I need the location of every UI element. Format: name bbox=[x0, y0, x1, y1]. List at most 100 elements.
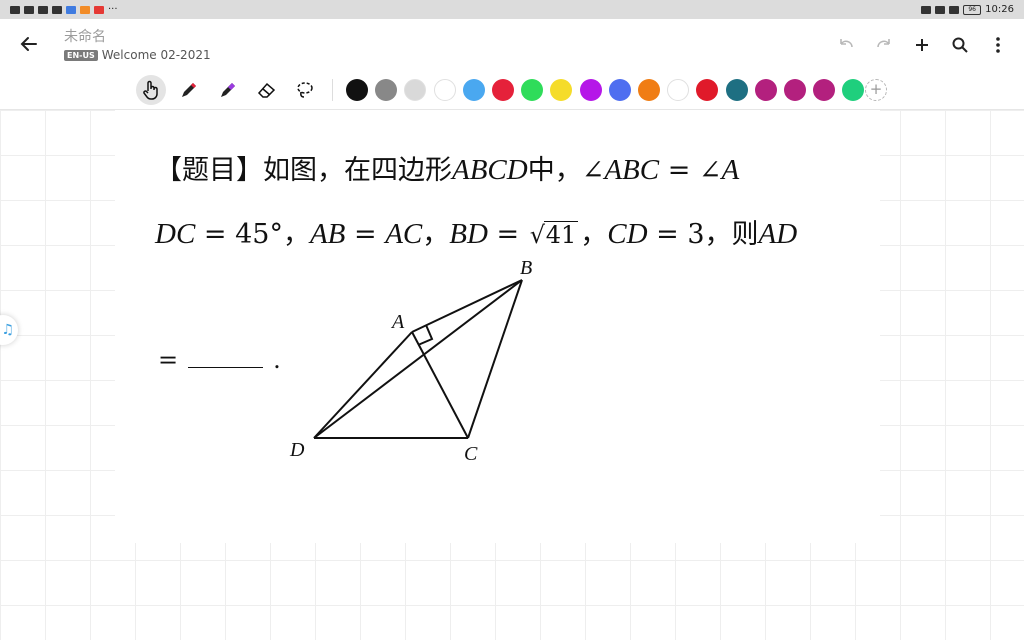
question-text: ， bbox=[580, 219, 608, 250]
music-note-icon: ♫ bbox=[1, 322, 14, 338]
more-notifications-icon: ··· bbox=[108, 4, 118, 15]
color-swatch[interactable] bbox=[754, 79, 777, 101]
redo-button[interactable] bbox=[872, 33, 896, 57]
language-badge: EN-US bbox=[64, 49, 98, 61]
notebook-name: Welcome 02-2021 bbox=[101, 48, 211, 62]
add-button[interactable] bbox=[910, 33, 934, 57]
clock: 10:26 bbox=[985, 4, 1014, 15]
video-icon bbox=[80, 5, 90, 14]
color-swatch[interactable] bbox=[842, 79, 865, 101]
plus-icon bbox=[916, 39, 928, 51]
question-text: ， bbox=[422, 219, 450, 250]
vibrate-icon bbox=[949, 5, 960, 14]
camera-icon bbox=[52, 5, 62, 14]
segment-da bbox=[313, 331, 413, 439]
math-ac: AC bbox=[385, 218, 423, 250]
color-swatch[interactable] bbox=[375, 79, 398, 101]
battery-icon: 96 bbox=[963, 4, 982, 15]
redo-icon bbox=[877, 39, 890, 48]
color-swatch[interactable] bbox=[492, 79, 514, 101]
math-bd: BD bbox=[449, 218, 488, 250]
color-swatch[interactable] bbox=[784, 79, 806, 101]
label-a: A bbox=[390, 311, 405, 333]
back-button[interactable] bbox=[18, 33, 40, 55]
airplane-icon bbox=[24, 5, 34, 14]
question-line-2: DC = 45°，AB = AC，BD = √ 41 ，CD = 3，则AD bbox=[155, 212, 797, 251]
question-line-1: 【题目】如图，在四边形ABCD中，∠ABC = ∠A bbox=[155, 148, 739, 187]
math-ab: AB bbox=[309, 218, 346, 250]
segment-bc bbox=[467, 279, 523, 439]
question-text: = bbox=[487, 219, 528, 250]
color-swatch[interactable] bbox=[550, 79, 573, 101]
status-bar: ··· 96 10:26 bbox=[0, 0, 1024, 19]
back-arrow-icon bbox=[20, 37, 37, 51]
math-cd: CD bbox=[607, 218, 648, 250]
color-swatch[interactable] bbox=[346, 79, 368, 101]
equals-sign: = bbox=[158, 346, 179, 374]
question-text: = 45°， bbox=[195, 219, 310, 250]
color-swatch[interactable] bbox=[638, 79, 660, 101]
question-text: = bbox=[345, 219, 386, 250]
app-icon bbox=[66, 5, 76, 14]
answer-line: =. bbox=[158, 345, 281, 374]
pen-icon bbox=[182, 83, 196, 97]
label-c: C bbox=[464, 443, 478, 465]
undo-icon bbox=[840, 39, 853, 48]
status-left-icons: ··· bbox=[10, 4, 118, 15]
color-swatch[interactable] bbox=[521, 79, 544, 101]
floating-music-button[interactable]: ♫ bbox=[0, 315, 18, 345]
document-title[interactable]: 未命名 bbox=[64, 26, 106, 46]
undo-button[interactable] bbox=[834, 33, 858, 57]
math-a: A bbox=[721, 154, 740, 186]
question-text: = ∠ bbox=[659, 155, 722, 186]
hand-tool-button[interactable] bbox=[136, 75, 166, 105]
quadrilateral-figure: B A D C bbox=[289, 257, 532, 465]
color-swatch[interactable] bbox=[404, 79, 427, 101]
square-root: √ 41 bbox=[530, 219, 579, 250]
color-swatch[interactable] bbox=[667, 79, 690, 101]
label-d: D bbox=[289, 439, 305, 461]
status-right: 96 10:26 bbox=[921, 4, 1014, 15]
segment-db bbox=[313, 279, 523, 439]
math-abcd: ABCD bbox=[452, 154, 528, 186]
toolbar-divider bbox=[332, 79, 333, 101]
question-text: 【题目】如图，在四边形 bbox=[155, 155, 452, 186]
color-swatch[interactable] bbox=[813, 79, 836, 101]
answer-blank bbox=[188, 345, 264, 368]
eraser-tool-button[interactable] bbox=[251, 75, 281, 105]
header-actions bbox=[834, 33, 1010, 57]
hand-icon bbox=[143, 80, 158, 100]
lasso-tool-button[interactable] bbox=[290, 75, 320, 105]
bluetooth-icon bbox=[935, 5, 946, 14]
more-options-button[interactable] bbox=[986, 33, 1010, 57]
document-subtitle: EN-US Welcome 02-2021 bbox=[64, 48, 211, 62]
alarm-icon bbox=[921, 5, 932, 14]
highlighter-tool-button[interactable] bbox=[213, 75, 243, 105]
radical-icon: √ bbox=[529, 221, 546, 249]
math-dc: DC bbox=[155, 218, 196, 250]
color-swatch[interactable] bbox=[462, 79, 485, 101]
search-icon bbox=[952, 37, 968, 53]
color-swatch[interactable] bbox=[433, 79, 456, 101]
music-icon bbox=[38, 5, 48, 14]
color-swatch[interactable] bbox=[579, 79, 602, 101]
add-color-button[interactable]: + bbox=[865, 79, 887, 101]
eraser-icon bbox=[257, 82, 276, 98]
label-b: B bbox=[520, 257, 532, 279]
highlighter-icon bbox=[221, 83, 235, 97]
pen-tool-button[interactable] bbox=[174, 75, 204, 105]
question-text: 中，∠ bbox=[527, 155, 605, 186]
drawing-toolbar: + bbox=[0, 71, 1024, 110]
color-swatch[interactable] bbox=[725, 79, 748, 101]
notification-icon bbox=[94, 5, 104, 14]
color-swatch[interactable] bbox=[696, 79, 719, 101]
search-button[interactable] bbox=[948, 33, 972, 57]
math-abc: ABC bbox=[604, 154, 660, 186]
question-text: = 3，则 bbox=[647, 219, 759, 250]
math-ad: AD bbox=[758, 218, 798, 250]
segment-ac bbox=[411, 331, 469, 439]
more-vertical-icon bbox=[996, 37, 1000, 53]
color-swatch[interactable] bbox=[608, 79, 631, 101]
radicand: 41 bbox=[543, 221, 579, 249]
app-header: 未命名 EN-US Welcome 02-2021 bbox=[0, 19, 1024, 71]
